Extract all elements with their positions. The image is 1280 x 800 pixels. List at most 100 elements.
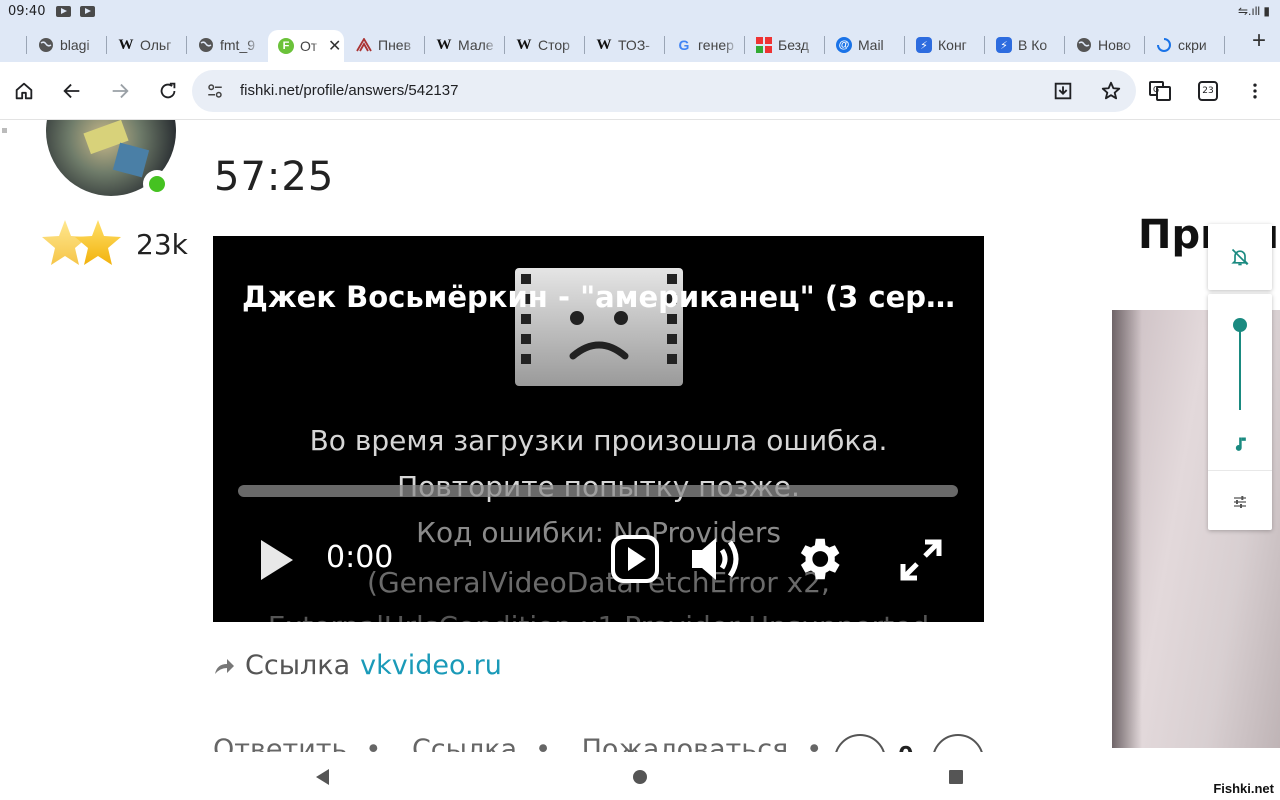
tab-14[interactable]: скри [1146,30,1224,60]
close-tab-icon[interactable]: ✕ [328,36,341,56]
globe-icon [198,37,214,53]
google-icon: G [678,37,690,53]
tab-13[interactable]: Ново [1066,30,1144,60]
settings-gear-icon[interactable] [791,532,845,586]
tab-separator [824,36,825,54]
tab-label: Ново [1098,37,1131,53]
tab-separator [904,36,905,54]
tab-9[interactable]: Безд [746,30,824,60]
tab-separator [424,36,425,54]
tab-label: Ольг [140,37,172,53]
tab-separator [984,36,985,54]
system-nav-bar: Fishki.net [0,752,1280,800]
url-text[interactable]: fishki.net/profile/answers/542137 [240,82,458,99]
sound-settings-icon[interactable] [1232,494,1248,510]
mute-notifications-button[interactable] [1208,224,1272,290]
new-tab-button[interactable]: + [1252,29,1266,53]
page-content: 23k 57:25 Джек Восьмёркин - "американец"… [0,120,1280,752]
bell-off-icon [1231,248,1249,266]
nav-home-icon[interactable] [633,770,647,784]
tab-11[interactable]: ⚡ Конг [906,30,984,60]
play-icon[interactable] [259,538,295,582]
site-settings-icon[interactable] [206,82,224,100]
volume-slider[interactable] [1208,294,1272,530]
volume-knob[interactable] [1233,318,1247,332]
tab-label: Конг [938,37,967,53]
error-line: Во время загрузки произошла ошибка. [309,424,888,457]
user-rating: 23k [136,228,188,261]
browser-toolbar: fishki.net/profile/answers/542137 G 23 [0,62,1280,120]
arrow-right-icon [112,83,129,99]
permalink-link[interactable]: Ссылка [412,734,517,752]
tab-7[interactable]: W ТОЗ- [586,30,664,60]
more-vertical-icon [1253,83,1257,99]
tab-1[interactable]: W Ольг [108,30,186,60]
tab-6[interactable]: W Стор [506,30,584,60]
home-icon [15,82,33,100]
bookmark-star-icon[interactable] [1100,80,1122,102]
status-bar: 09:40 ⇋.ıll ▮ [0,0,1280,24]
tab-switcher-button[interactable]: 23 [1193,76,1223,106]
forward-button[interactable] [105,76,135,106]
wikipedia-icon: W [516,36,532,53]
grid-icon [756,37,772,53]
tab-separator [504,36,505,54]
download-page-icon[interactable] [1052,80,1074,102]
dislike-button[interactable] [932,734,984,752]
page-marker [2,128,7,133]
lightning-icon: ⚡ [916,37,932,53]
tab-label: В Ко [1018,37,1048,53]
vote-count: 0 [898,740,914,752]
video-player[interactable]: Джек Восьмёркин - "американец" (3 сер… В… [213,236,984,622]
tab-10[interactable]: @ Mail [826,30,904,60]
globe-icon [38,37,54,53]
reply-link[interactable]: Ответить [213,734,347,752]
globe-icon [1076,37,1092,53]
tab-label: blagi [60,37,90,53]
tab-0[interactable]: blagi [28,30,106,60]
current-time: 0:00 [326,540,394,575]
lightning-icon: ⚡ [996,37,1012,53]
video-progress-bar[interactable] [238,485,958,497]
tab-label: fmt_9 [220,37,256,53]
watermark: Fishki.net [1213,781,1274,796]
report-link[interactable]: Пожаловаться [582,734,789,752]
nav-back-icon[interactable] [316,769,329,785]
nav-recents-icon[interactable] [949,770,963,784]
rating-stars-icon [42,220,121,265]
source-link[interactable]: vkvideo.ru [360,650,502,681]
tab-separator [106,36,107,54]
video-title: Джек Восьмёркин - "американец" (3 сер… [241,280,956,314]
source-link-row: Ссылка vkvideo.ru [213,650,502,681]
tab-separator [186,36,187,54]
tab-2[interactable]: fmt_9 [188,30,266,60]
source-label: Ссылка [245,650,351,681]
error-line: ExternalUrlsCondition x1,Provider Unsupp… [213,610,984,622]
youtube-notification-icon [80,6,95,17]
menu-button[interactable] [1240,76,1270,106]
svg-text:G: G [1153,85,1159,94]
reload-button[interactable] [153,76,183,106]
address-bar[interactable]: fishki.net/profile/answers/542137 [192,70,1136,112]
tab-separator [584,36,585,54]
tab-strip: blagi W Ольг fmt_9 F От ✕ Пнев W Мале W Стор W ТОЗ- Gг… [0,24,1280,62]
mail-icon: @ [836,37,852,53]
back-button[interactable] [57,76,87,106]
tab-label: Стор [538,37,570,53]
volume-icon[interactable] [688,532,744,586]
volume-track[interactable] [1239,324,1241,410]
tab-label: Mail [858,37,884,53]
home-button[interactable] [9,76,39,106]
tab-8[interactable]: Gгенер [666,30,744,60]
tab-4[interactable]: Пнев [346,30,424,60]
tab-12[interactable]: ⚡ В Ко [986,30,1064,60]
fullscreen-icon[interactable] [899,538,943,582]
online-status-icon [143,170,171,198]
translate-button[interactable]: G [1145,76,1175,106]
tab-5[interactable]: W Мале [426,30,504,60]
tab-label: ТОЗ- [618,37,650,53]
vk-video-logo-icon[interactable] [608,532,662,586]
tab-3[interactable]: F От ✕ [268,30,344,62]
tab-label: Безд [778,37,809,53]
tab-separator [26,36,27,54]
